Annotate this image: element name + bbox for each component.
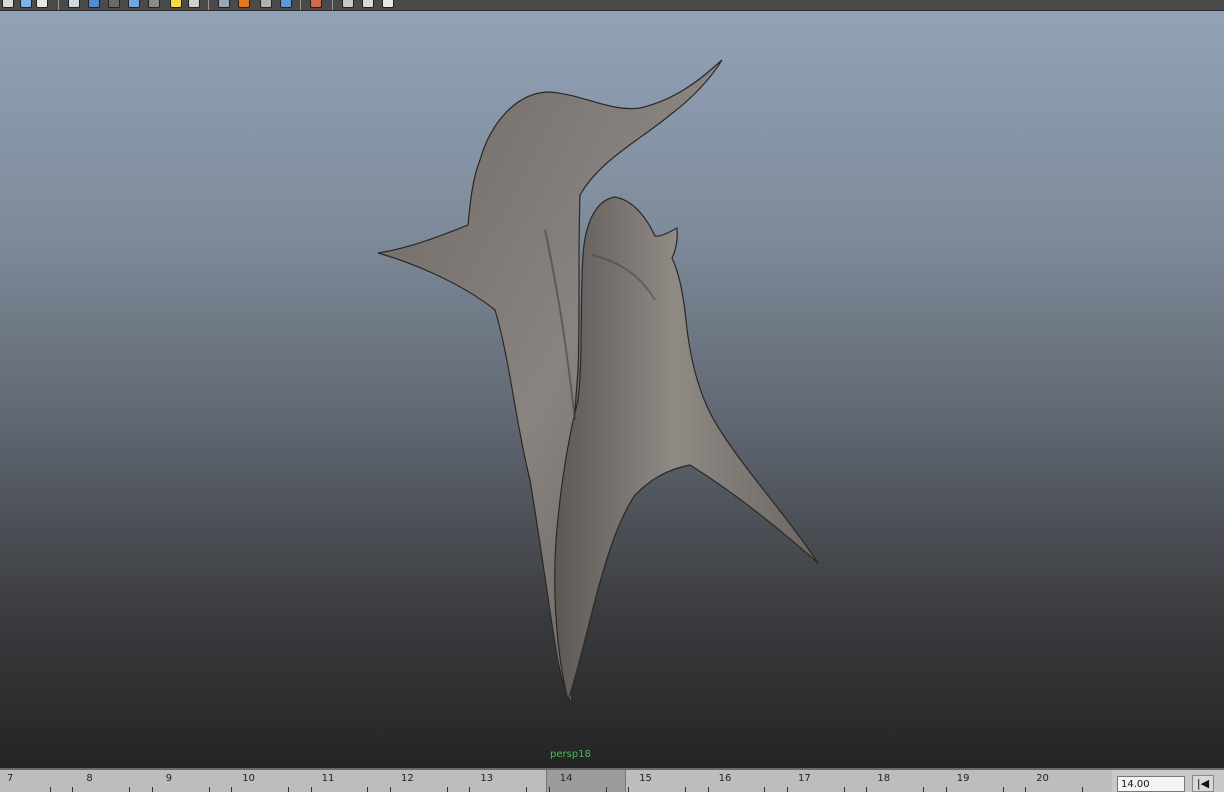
frame-tick (787, 787, 788, 792)
frame-tick (526, 787, 528, 792)
camera-name-label: persp18 (550, 749, 591, 760)
frame-tick (1081, 787, 1083, 792)
time-slider[interactable]: 7 8 9 10 11 12 13 14 15 16 17 18 19 20 14.00 |◀ (0, 768, 1224, 792)
render-view-icon[interactable] (20, 0, 32, 8)
ambient-occlusion-icon[interactable] (238, 0, 250, 8)
frame-tick (287, 787, 289, 792)
frame-tick (49, 787, 51, 792)
frame-tick (151, 787, 153, 792)
textured-cube-icon[interactable] (128, 0, 140, 8)
shadows-icon[interactable] (188, 0, 200, 8)
xray-joints-icon[interactable] (342, 0, 354, 8)
3d-model[interactable] (0, 11, 1224, 768)
go-to-start-button[interactable]: |◀ (1192, 775, 1214, 792)
frame-label: 20 (1036, 773, 1049, 784)
frame-label: 16 (718, 773, 732, 784)
frame-tick (310, 787, 312, 792)
frame-tick (367, 787, 369, 792)
default-light-icon[interactable] (170, 0, 182, 8)
frame-tick (764, 787, 766, 792)
toolbar-separator (208, 0, 209, 10)
model-front-fin[interactable] (554, 196, 819, 702)
shelf-toolbar (0, 0, 1224, 11)
frame-label: 9 (165, 773, 173, 784)
perspective-viewport[interactable]: persp18 (0, 11, 1224, 768)
bookmark-icon[interactable] (382, 0, 394, 8)
frame-tick (843, 787, 845, 792)
frame-tick (446, 787, 448, 792)
frame-tick (707, 787, 709, 792)
frame-tick (605, 787, 607, 792)
frame-tick (390, 787, 391, 792)
wireframe-cube-icon[interactable] (68, 0, 80, 8)
frame-label: 7 (7, 773, 14, 784)
current-frame-marker[interactable] (545, 770, 626, 792)
use-lights-icon[interactable] (148, 0, 160, 8)
frame-tick (208, 787, 210, 792)
frame-tick (866, 787, 868, 792)
time-ruler[interactable]: 7 8 9 10 11 12 13 14 15 16 17 18 19 20 (0, 770, 1112, 792)
frame-tick (1025, 787, 1027, 792)
frame-tick (923, 787, 925, 792)
toolbar-separator (58, 0, 59, 10)
motion-blur-icon[interactable] (260, 0, 272, 8)
isolate-select-icon[interactable] (310, 0, 322, 8)
frame-tick (1002, 787, 1004, 792)
frame-label: 8 (86, 773, 93, 784)
frame-tick (129, 787, 131, 792)
frame-label: 15 (639, 773, 652, 784)
xray-icon[interactable] (218, 0, 230, 8)
frame-label: 10 (242, 773, 255, 784)
frame-label: 19 (956, 773, 970, 784)
toolbar-separator (332, 0, 333, 10)
smooth-shade-cube-icon[interactable] (88, 0, 100, 8)
frame-tick (684, 787, 686, 792)
frame-tick (628, 787, 630, 792)
current-time-field[interactable]: 14.00 (1117, 776, 1185, 792)
frame-tick (945, 787, 947, 792)
info-icon[interactable] (36, 0, 48, 8)
camera-attributes-icon[interactable] (362, 0, 374, 8)
frame-tick (469, 787, 471, 792)
frame-label: 11 (321, 773, 335, 784)
shaded-wire-icon[interactable] (108, 0, 120, 8)
frame-tick (72, 787, 74, 792)
frame-label: 14 (559, 773, 573, 784)
frame-label: 12 (401, 773, 414, 784)
create-polygon-icon[interactable] (2, 0, 14, 8)
frame-tick (548, 787, 550, 792)
frame-label: 18 (877, 773, 891, 784)
toolbar-separator (300, 0, 301, 10)
anti-alias-icon[interactable] (280, 0, 292, 8)
frame-label: 17 (798, 773, 811, 784)
frame-label: 13 (480, 773, 494, 784)
frame-tick (231, 787, 233, 792)
